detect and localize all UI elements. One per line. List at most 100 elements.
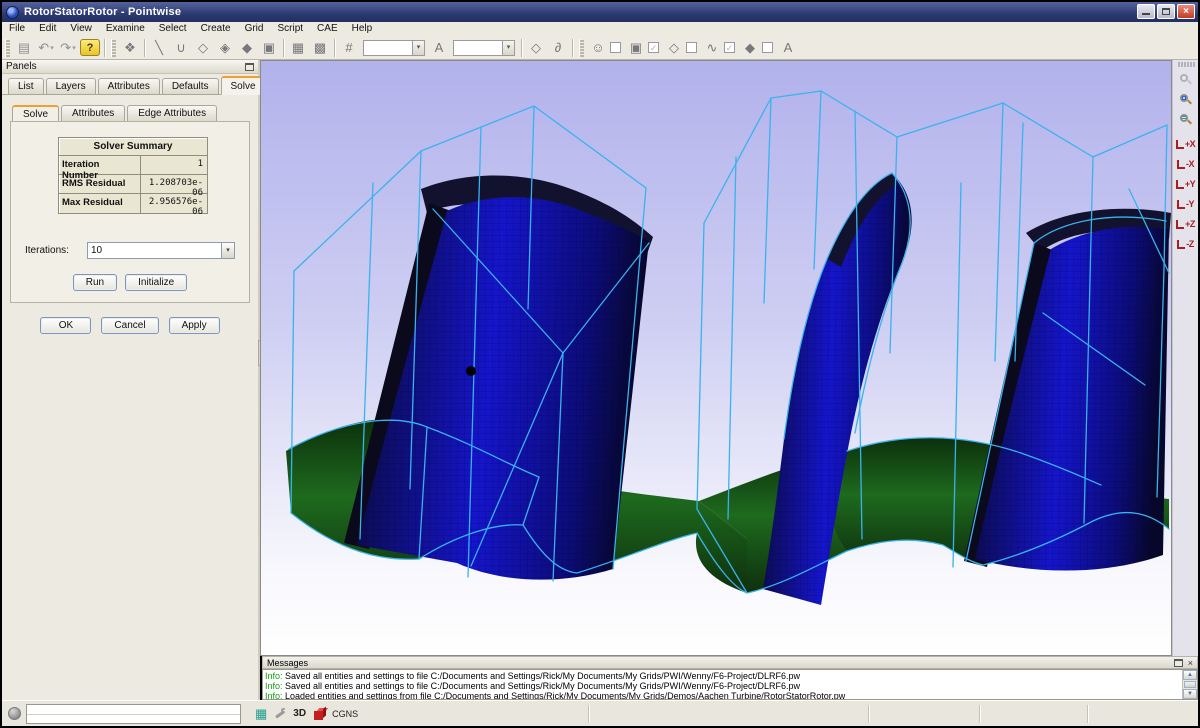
zoom-fit-button[interactable] (1176, 110, 1196, 129)
minimize-button[interactable] (1137, 4, 1155, 19)
dimension-dropdown-icon[interactable]: ▾ (412, 41, 424, 55)
show-database-checkbox[interactable] (762, 42, 773, 53)
view-plus-z-button[interactable]: +Z (1176, 210, 1196, 229)
axis-label: +X (1185, 140, 1195, 149)
row-value: 1 (141, 156, 207, 174)
viewport-3d[interactable] (260, 60, 1172, 656)
create-domain-mesh-button[interactable]: ◈ (215, 38, 235, 58)
zoom-last-button[interactable] (1176, 70, 1196, 89)
tab-defaults[interactable]: Defaults (162, 78, 219, 94)
messages-close-icon[interactable]: × (1188, 658, 1193, 668)
show-labels-button[interactable]: A (778, 38, 798, 58)
show-shaded-checkbox[interactable] (610, 42, 621, 53)
message-line: Info: Loaded entities and settings from … (265, 691, 1195, 700)
scroll-thumb[interactable] (1184, 681, 1196, 688)
subtab-edge-attributes[interactable]: Edge Attributes (127, 105, 217, 121)
dimension-icon: # (345, 40, 352, 55)
toolbar-grip[interactable] (579, 39, 584, 57)
panels-header[interactable]: Panels (2, 60, 258, 74)
spacing-button[interactable]: A (429, 38, 449, 58)
iterations-combobox[interactable]: 10 ▾ (87, 242, 235, 259)
view-toolbar-grip[interactable] (1177, 62, 1195, 67)
show-blocks-checkbox[interactable]: ✓ (648, 42, 659, 53)
show-domains-checkbox[interactable] (686, 42, 697, 53)
scroll-up-icon[interactable]: ▲ (1183, 670, 1197, 680)
status-separator (588, 705, 589, 723)
messages-header[interactable]: Messages × (262, 656, 1198, 669)
restore-button[interactable] (1157, 4, 1175, 19)
menu-create[interactable]: Create (194, 22, 238, 36)
apply-button[interactable]: Apply (169, 317, 220, 334)
create-curve-button[interactable]: ∪ (171, 38, 191, 58)
show-domains-button[interactable]: ◇ (664, 38, 684, 58)
table-row: Max Residual 2.956576e-06 (59, 194, 207, 213)
tab-layers[interactable]: Layers (46, 78, 96, 94)
show-connectors-checkbox[interactable]: ✓ (724, 42, 735, 53)
layers-assemble-button[interactable]: ❖ (120, 38, 140, 58)
menu-help[interactable]: Help (345, 22, 380, 36)
spacing-dropdown-icon[interactable]: ▾ (502, 41, 514, 55)
toolbar-grip[interactable] (5, 39, 10, 57)
solve-subtabbar: Solve Attributes Edge Attributes (2, 102, 258, 121)
show-database-button[interactable]: ◆ (740, 38, 760, 58)
scroll-down-icon[interactable]: ▼ (1183, 689, 1197, 699)
menu-grid[interactable]: Grid (238, 22, 271, 36)
cancel-button[interactable]: Cancel (101, 317, 158, 334)
dimension-button[interactable]: # (339, 38, 359, 58)
app-window: RotorStatorRotor - Pointwise × File Edit… (0, 0, 1200, 728)
show-shaded-button[interactable]: ☺ (588, 38, 608, 58)
dimension-combobox[interactable]: ▾ (363, 40, 425, 56)
view-plus-x-button[interactable]: +X (1176, 130, 1196, 149)
axis-icon (1177, 200, 1185, 209)
iterations-dropdown-icon[interactable]: ▾ (221, 243, 234, 258)
help-button[interactable]: ? (80, 39, 100, 56)
initialize-button[interactable]: Initialize (125, 274, 187, 291)
undo-dropdown-icon[interactable]: ▾ (50, 44, 54, 52)
zoom-box-button[interactable] (1176, 90, 1196, 109)
unstructured-grid-icon: ▩ (314, 40, 326, 56)
titlebar[interactable]: RotorStatorRotor - Pointwise × (2, 2, 1198, 22)
tab-attributes[interactable]: Attributes (98, 78, 160, 94)
menu-select[interactable]: Select (152, 22, 194, 36)
tab-list[interactable]: List (8, 78, 44, 94)
solve-groupbox: Solver Summary Iteration Number 1 RMS Re… (10, 121, 250, 303)
partial-derivative-button[interactable]: ∂ (548, 38, 568, 58)
subtab-attributes[interactable]: Attributes (61, 105, 125, 121)
redo-button[interactable]: ↷▾ (58, 38, 78, 58)
panel-float-icon[interactable] (245, 63, 254, 71)
menu-script[interactable]: Script (270, 22, 310, 36)
unstructured-grid-button[interactable]: ▩ (310, 38, 330, 58)
assemble-blocks-button[interactable]: ▣ (259, 38, 279, 58)
menu-examine[interactable]: Examine (99, 22, 152, 36)
menu-cae[interactable]: CAE (310, 22, 345, 36)
solve-button[interactable]: ◇ (526, 38, 546, 58)
check-icon: ✓ (726, 43, 734, 53)
view-minus-z-button[interactable]: -Z (1176, 230, 1196, 249)
tab-solve[interactable]: Solve (221, 76, 266, 95)
ok-button[interactable]: OK (40, 317, 91, 334)
redo-dropdown-icon[interactable]: ▾ (72, 44, 76, 52)
menu-edit[interactable]: Edit (32, 22, 63, 36)
run-button[interactable]: Run (73, 274, 117, 291)
view-minus-y-button[interactable]: -Y (1176, 190, 1196, 209)
create-segment-button[interactable]: ╲ (149, 38, 169, 58)
selected-point[interactable] (466, 366, 476, 376)
show-connectors-button[interactable]: ∿ (702, 38, 722, 58)
view-plus-y-button[interactable]: +Y (1176, 170, 1196, 189)
save-button[interactable]: ▤ (14, 38, 34, 58)
close-button[interactable]: × (1177, 4, 1195, 19)
undo-button[interactable]: ↶▾ (36, 38, 56, 58)
create-domain-button[interactable]: ◇ (193, 38, 213, 58)
show-blocks-button[interactable]: ▣ (626, 38, 646, 58)
toolbar-grip[interactable] (111, 39, 116, 57)
assemble-domains-button[interactable]: ◆ (237, 38, 257, 58)
view-minus-x-button[interactable]: -X (1176, 150, 1196, 169)
menu-view[interactable]: View (63, 22, 99, 36)
messages-scrollbar[interactable]: ▲ ▼ (1182, 670, 1197, 699)
toolbar-separator (104, 39, 105, 57)
spacing-combobox[interactable]: ▾ (453, 40, 515, 56)
structured-grid-button[interactable]: ▦ (288, 38, 308, 58)
messages-float-icon[interactable] (1174, 659, 1183, 667)
subtab-solve[interactable]: Solve (12, 105, 59, 122)
menu-file[interactable]: File (2, 22, 32, 36)
